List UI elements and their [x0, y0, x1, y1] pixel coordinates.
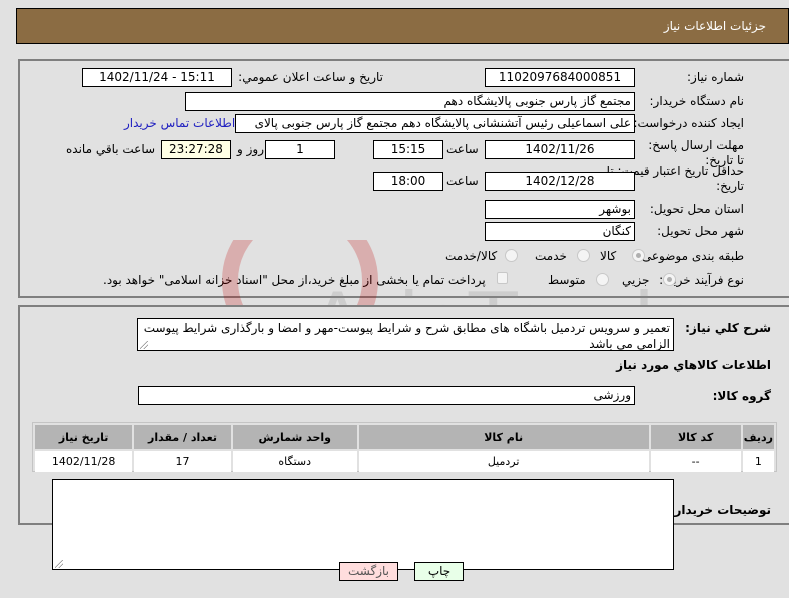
- delivery-city-field: کنگان: [485, 222, 635, 241]
- cell-row-number: 1: [742, 451, 774, 472]
- category-label: طبقه بندی موضوعی:: [637, 249, 744, 263]
- price-validity-date-field: 1402/12/28: [485, 172, 635, 191]
- cell-qty: 17: [134, 451, 231, 472]
- page-header: جزئيات اطلاعات نياز: [16, 8, 789, 44]
- buyer-org-field: مجتمع گاز پارس جنوبی پالایشگاه دهم: [185, 92, 635, 111]
- col-unit-header: واحد شمارش: [232, 425, 357, 449]
- purchase-type-option-minor: جزيي: [622, 273, 650, 287]
- treasury-checkbox[interactable]: [497, 272, 508, 284]
- delivery-city-label: شهر محل تحويل:: [657, 224, 744, 238]
- price-validity-time-label: ساعت: [446, 174, 479, 188]
- requester-label: ايجاد کننده درخواست:: [633, 116, 744, 130]
- buyer-notes-textarea[interactable]: [52, 479, 674, 570]
- requester-field: علی اسماعیلی رئیس آتشنشانی پالایشگاه دهم…: [235, 114, 635, 133]
- buyer-org-label: نام دستگاه خريدار:: [649, 94, 745, 108]
- remaining-time-field: 23:27:28: [161, 140, 231, 159]
- reply-deadline-time-field: 15:15: [373, 140, 443, 159]
- col-name-header: نام كالا: [358, 425, 649, 449]
- announce-datetime-field: 1402/11/24 - 15:11: [82, 68, 232, 87]
- goods-table-wrapper: رديف كد كالا نام كالا واحد شمارش تعداد /…: [32, 422, 777, 472]
- need-number-field: 1102097684000851: [485, 68, 635, 87]
- table-row: 1 -- تردمیل دستگاه 17 1402/11/28: [35, 451, 774, 472]
- need-number-label: شماره نياز:: [687, 70, 744, 84]
- goods-table-header: رديف كد كالا نام كالا واحد شمارش تعداد /…: [35, 425, 774, 449]
- goods-section-title: اطلاعات كالاهاي مورد نياز: [616, 358, 771, 372]
- description-textarea[interactable]: تعمیر و سرویس تردمیل باشگاه های مطابق شر…: [137, 318, 674, 351]
- print-button[interactable]: چاپ: [414, 562, 464, 581]
- reply-deadline-date-field: 1402/11/26: [485, 140, 635, 159]
- remaining-days-field: 1: [265, 140, 335, 159]
- purchase-type-radio-minor[interactable]: [663, 273, 676, 286]
- category-radio-goods[interactable]: [632, 249, 645, 262]
- resize-grip-icon[interactable]: [55, 560, 63, 568]
- description-label: شرح كلي نياز:: [685, 321, 771, 335]
- cell-date: 1402/11/28: [35, 451, 133, 472]
- announce-datetime-label: تاريخ و ساعت اعلان عمومي:: [238, 70, 383, 84]
- reply-deadline-time-label: ساعت: [446, 142, 479, 156]
- purchase-type-radio-medium[interactable]: [596, 273, 609, 286]
- days-label: روز و: [237, 142, 264, 156]
- category-option-goods-service: کالا/خدمت: [445, 249, 498, 263]
- delivery-province-field: بوشهر: [485, 200, 635, 219]
- buyer-notes-text: [53, 480, 673, 482]
- category-option-goods: کالا: [600, 249, 617, 263]
- resize-grip-icon[interactable]: [140, 341, 148, 349]
- buyer-notes-label: توضيحات خريدار:: [669, 503, 771, 517]
- col-date-header: تاريخ نياز: [35, 425, 133, 449]
- goods-group-label: گروه كالا:: [712, 389, 771, 403]
- cell-name: تردمیل: [358, 451, 649, 472]
- delivery-province-label: استان محل تحويل:: [649, 202, 744, 216]
- treasury-checkbox-label: پرداخت تمام يا بخشی از مبلغ خريد،از محل …: [103, 273, 486, 287]
- cell-code: --: [650, 451, 741, 472]
- category-radio-service[interactable]: [577, 249, 590, 262]
- price-validity-time-field: 18:00: [373, 172, 443, 191]
- page-title: جزئيات اطلاعات نياز: [663, 19, 766, 33]
- remaining-time-label: ساعت باقي مانده: [66, 142, 156, 156]
- cell-unit: دستگاه: [232, 451, 357, 472]
- buyer-contact-link[interactable]: اطلاعات تماس خريدار: [124, 116, 235, 130]
- col-qty-header: تعداد / مقدار: [134, 425, 231, 449]
- category-radio-goods-service[interactable]: [505, 249, 518, 262]
- goods-table: رديف كد كالا نام كالا واحد شمارش تعداد /…: [33, 423, 776, 474]
- description-text: تعمیر و سرویس تردمیل باشگاه های مطابق شر…: [143, 321, 670, 351]
- category-option-service: خدمت: [535, 249, 567, 263]
- purchase-type-option-medium: متوسط: [548, 273, 586, 287]
- col-code-header: كد كالا: [650, 425, 741, 449]
- col-row-header: رديف: [742, 425, 774, 449]
- back-button[interactable]: بازگشت: [339, 562, 398, 581]
- goods-group-field: ورزشی: [138, 386, 635, 405]
